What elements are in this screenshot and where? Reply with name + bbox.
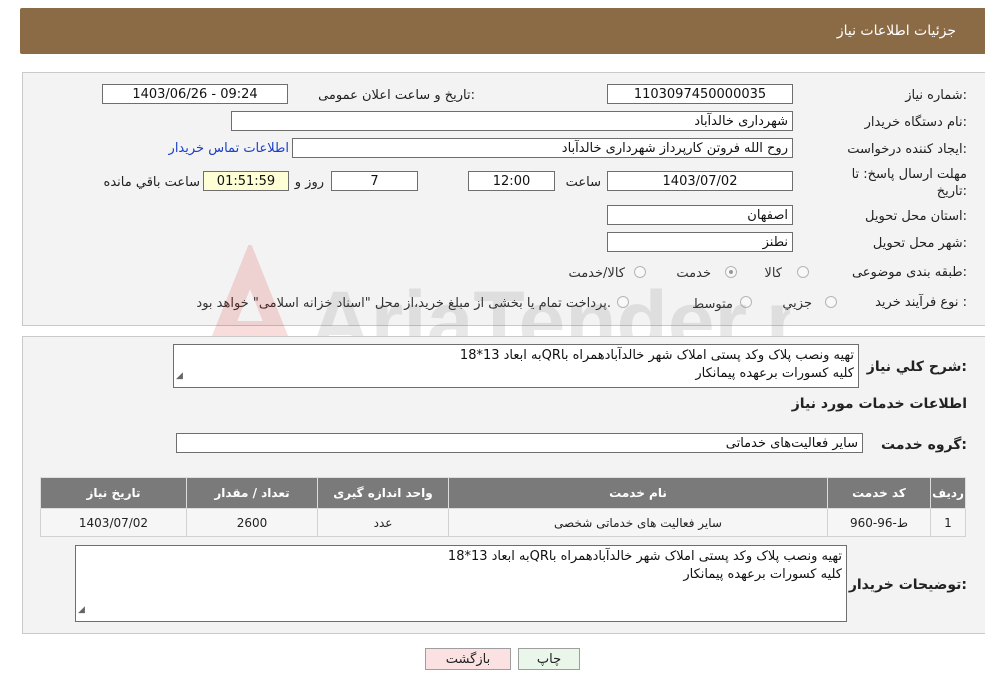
buyer-org-label: نام دستگاه خریدار: [864, 115, 967, 130]
category-radio-service[interactable] [725, 266, 737, 278]
payment-note: پرداخت تمام یا بخشی از مبلغ خرید،از محل … [196, 296, 611, 311]
cell-unit: عدد [317, 508, 449, 537]
days-field: 7 [331, 171, 418, 191]
payment-checkbox[interactable] [617, 296, 629, 308]
table-row: 1 ط-96-960 سایر فعالیت های خدماتی شخصی ع… [40, 508, 966, 537]
cell-row: 1 [930, 508, 966, 537]
process-radio-small[interactable] [825, 296, 837, 308]
category-option-service: خدمت [676, 266, 711, 281]
service-group-field: سایر فعالیت‌های خدماتی [176, 433, 863, 453]
cell-name: سایر فعالیت های خدماتی شخصی [448, 508, 828, 537]
resize-grip-icon[interactable]: ◢ [176, 367, 183, 385]
category-option-goods: کالا [764, 266, 782, 281]
back-button[interactable]: بازگشت [425, 648, 511, 670]
summary-label: شرح کلي نياز: [866, 359, 967, 375]
buyer-contact-link[interactable]: اطلاعات تماس خریدار [169, 141, 289, 156]
col-code-header: کد خدمت [827, 477, 931, 509]
creator-field: روح الله فروتن کارپرداز شهرداری خالدآباد [292, 138, 793, 158]
category-option-goods-service: کالا/خدمت [568, 266, 625, 281]
process-option-medium: متوسط [692, 297, 733, 312]
print-button[interactable]: چاپ [518, 648, 580, 670]
service-group-label: گروه خدمت: [881, 437, 967, 453]
table-header-row: ردیف کد خدمت نام خدمت واحد اندازه گیری ت… [40, 477, 966, 509]
buyer-notes-line-1: تهیه ونصب پلاک وکد پستی املاک شهر خالدآب… [447, 549, 842, 564]
col-unit-header: واحد اندازه گیری [317, 477, 449, 509]
buyer-org-field: شهرداری خالدآباد [231, 111, 793, 131]
city-field: نطنز [607, 232, 793, 252]
col-name-header: نام خدمت [448, 477, 828, 509]
deadline-label-date: تاریخ: [936, 184, 967, 199]
remaining-time-label: ساعت باقي مانده [103, 175, 200, 190]
page-title: جزئیات اطلاعات نیاز [836, 23, 956, 39]
summary-line-2: کلیه کسورات برعهده پیمانکار [695, 366, 854, 381]
buyer-notes-textarea[interactable]: تهیه ونصب پلاک وکد پستی املاک شهر خالدآب… [75, 545, 847, 622]
deadline-date-field: 1403/07/02 [607, 171, 793, 191]
need-number-label: شماره نیاز: [905, 88, 967, 103]
creator-label: ایجاد کننده درخواست: [847, 142, 967, 157]
days-label: روز و [294, 175, 324, 190]
category-label: طبقه بندی موضوعی: [851, 265, 967, 280]
remaining-time-field: 01:51:59 [203, 171, 289, 191]
category-radio-goods-service[interactable] [634, 266, 646, 278]
announce-date-field: 1403/06/26 - 09:24 [102, 84, 288, 104]
announce-date-label: تاریخ و ساعت اعلان عمومی: [318, 88, 475, 103]
resize-grip-icon[interactable]: ◢ [78, 601, 85, 619]
summary-textarea[interactable]: تهیه ونصب پلاک وکد پستی املاک شهر خالدآب… [173, 344, 859, 388]
buyer-notes-label: توضیحات خریدار: [848, 577, 967, 593]
province-label: استان محل تحویل: [865, 209, 967, 224]
category-radio-goods[interactable] [797, 266, 809, 278]
buyer-notes-line-2: کلیه کسورات برعهده پیمانکار [683, 567, 842, 582]
process-radio-medium[interactable] [740, 296, 752, 308]
process-label: نوع فرآیند خرید : [875, 295, 967, 310]
need-number-field: 1103097450000035 [607, 84, 793, 104]
process-option-small: جزیي [782, 296, 812, 311]
province-field: اصفهان [607, 205, 793, 225]
services-table: ردیف کد خدمت نام خدمت واحد اندازه گیری ت… [40, 477, 966, 537]
col-row-header: ردیف [930, 477, 966, 509]
deadline-time-label: ساعت [565, 175, 601, 190]
page-header: جزئیات اطلاعات نیاز [20, 8, 985, 54]
city-label: شهر محل تحویل: [872, 236, 967, 251]
col-qty-header: تعداد / مقدار [186, 477, 318, 509]
cell-date: 1403/07/02 [40, 508, 187, 537]
col-date-header: تاریخ نیاز [40, 477, 187, 509]
cell-qty: 2600 [186, 508, 318, 537]
summary-line-1: تهیه ونصب پلاک وکد پستی املاک شهر خالدآب… [459, 348, 854, 363]
deadline-time-field: 12:00 [468, 171, 555, 191]
services-heading: اطلاعات خدمات مورد نیاز [791, 396, 967, 412]
cell-code: ط-96-960 [827, 508, 931, 537]
deadline-label: مهلت ارسال پاسخ: تا [851, 167, 967, 182]
